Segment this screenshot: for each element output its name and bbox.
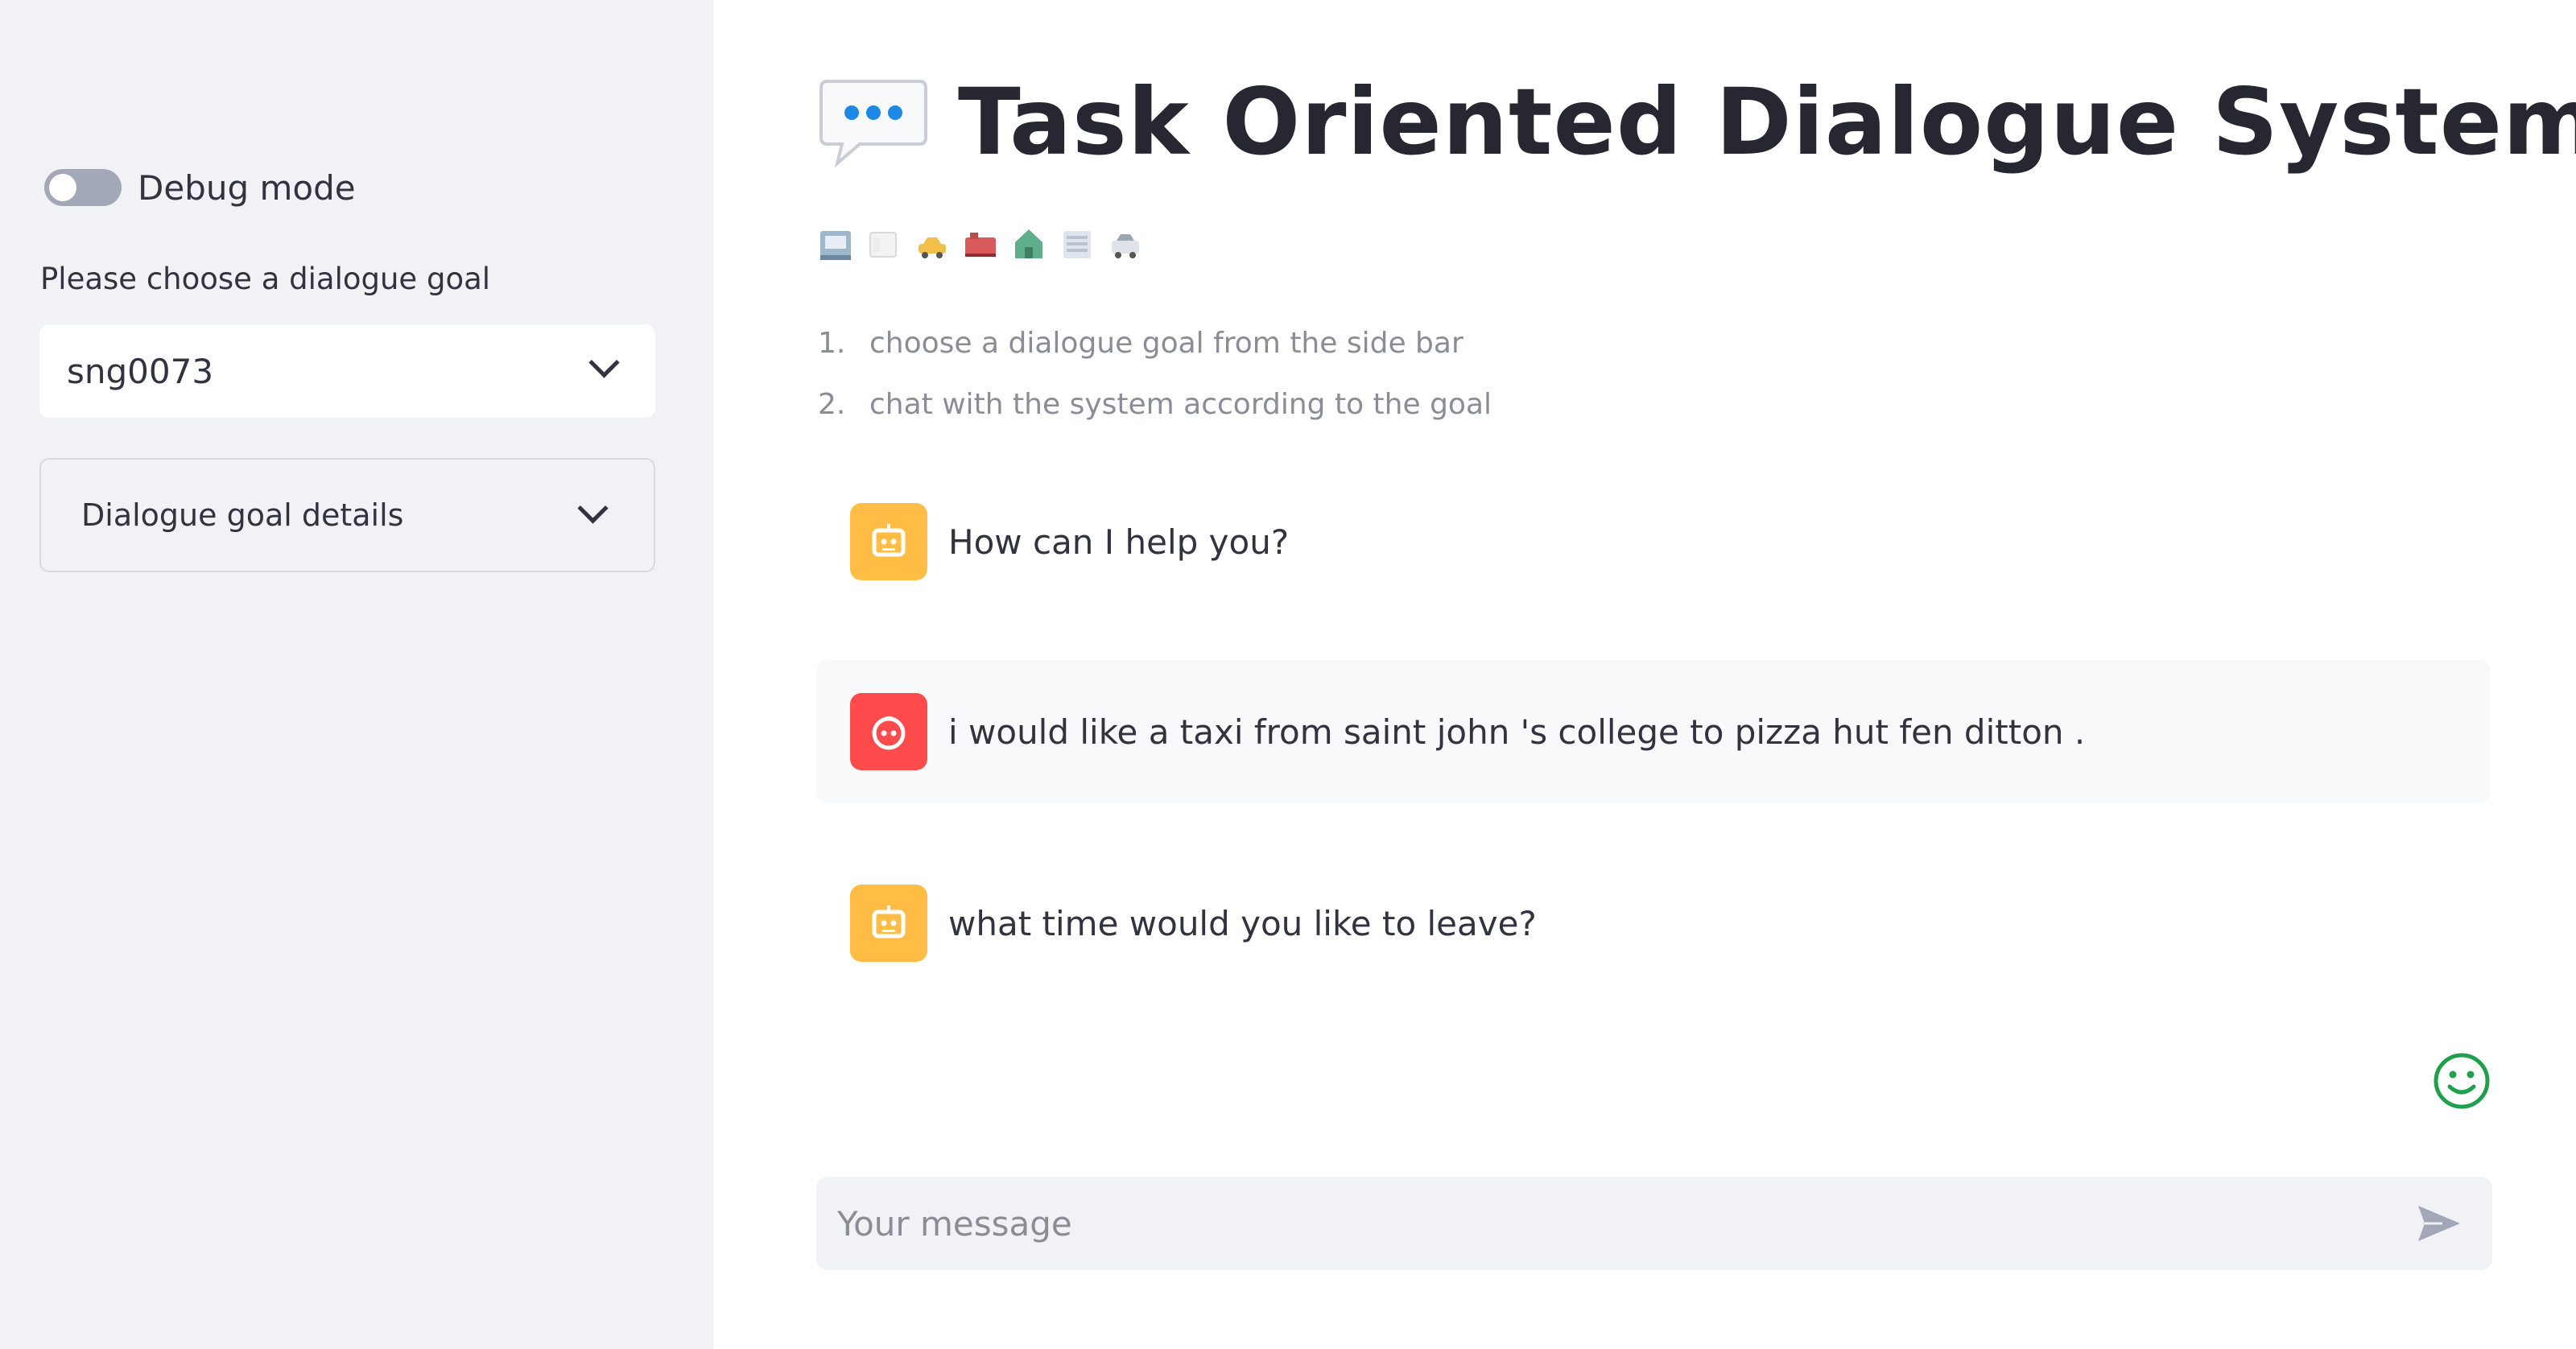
title-row: Task Oriented Dialogue System: [816, 68, 2576, 175]
chat-message-user: i would like a taxi from saint john 's c…: [816, 660, 2491, 803]
goal-select-value: sng0073: [67, 351, 214, 391]
debug-mode-toggle[interactable]: [44, 169, 122, 206]
message-text: what time would you like to leave?: [948, 903, 1537, 943]
chat-message-input[interactable]: [836, 1203, 2368, 1244]
hotel-icon: [816, 225, 855, 264]
instruction-text: chat with the system according to the go…: [869, 387, 1492, 421]
instruction-number: 2.: [818, 387, 846, 421]
instruction-item: 1. choose a dialogue goal from the side …: [818, 312, 1492, 373]
speech-bubble-icon: [816, 75, 931, 170]
goal-details-label: Dialogue goal details: [81, 497, 404, 533]
chat-message-assistant: what time would you like to leave?: [816, 874, 2491, 972]
smiley-icon[interactable]: [2432, 1051, 2491, 1111]
debug-mode-toggle-row[interactable]: Debug mode: [44, 163, 356, 212]
chat-input-container: [816, 1177, 2492, 1270]
taxi-icon: [913, 225, 952, 264]
instruction-text: choose a dialogue goal from the side bar: [869, 326, 1463, 360]
page-title: Task Oriented Dialogue System: [958, 68, 2576, 175]
message-text: i would like a taxi from saint john 's c…: [948, 712, 2086, 752]
chevron-down-icon: [577, 493, 609, 524]
app-root: Debug mode Please choose a dialogue goal…: [0, 0, 2576, 1349]
restaurant-icon: [865, 225, 903, 264]
attraction-icon: [1009, 225, 1048, 264]
goal-details-expander[interactable]: Dialogue goal details: [39, 458, 655, 572]
toggle-knob: [49, 174, 76, 201]
debug-mode-label: Debug mode: [138, 167, 356, 208]
instruction-item: 2. chat with the system according to the…: [818, 373, 1492, 435]
goal-select-label: Please choose a dialogue goal: [40, 262, 491, 296]
robot-avatar-icon: [850, 885, 927, 962]
police-icon: [1106, 225, 1145, 264]
goal-select[interactable]: sng0073: [39, 324, 655, 418]
message-text: How can I help you?: [948, 522, 1290, 562]
instructions-list: 1. choose a dialogue goal from the side …: [818, 312, 1492, 435]
chat-message-assistant: How can I help you?: [816, 493, 2491, 591]
user-avatar-icon: [850, 693, 927, 770]
chevron-down-icon: [588, 347, 620, 378]
instruction-number: 1.: [818, 326, 846, 360]
train-icon: [961, 225, 1000, 264]
robot-avatar-icon: [850, 503, 927, 580]
main-content: Task Oriented Dialogue System 1. choose …: [713, 0, 2576, 1349]
domain-icons: [816, 225, 1145, 264]
sidebar: Debug mode Please choose a dialogue goal…: [0, 0, 713, 1349]
send-icon[interactable]: [2415, 1203, 2463, 1244]
hospital-icon: [1058, 225, 1096, 264]
